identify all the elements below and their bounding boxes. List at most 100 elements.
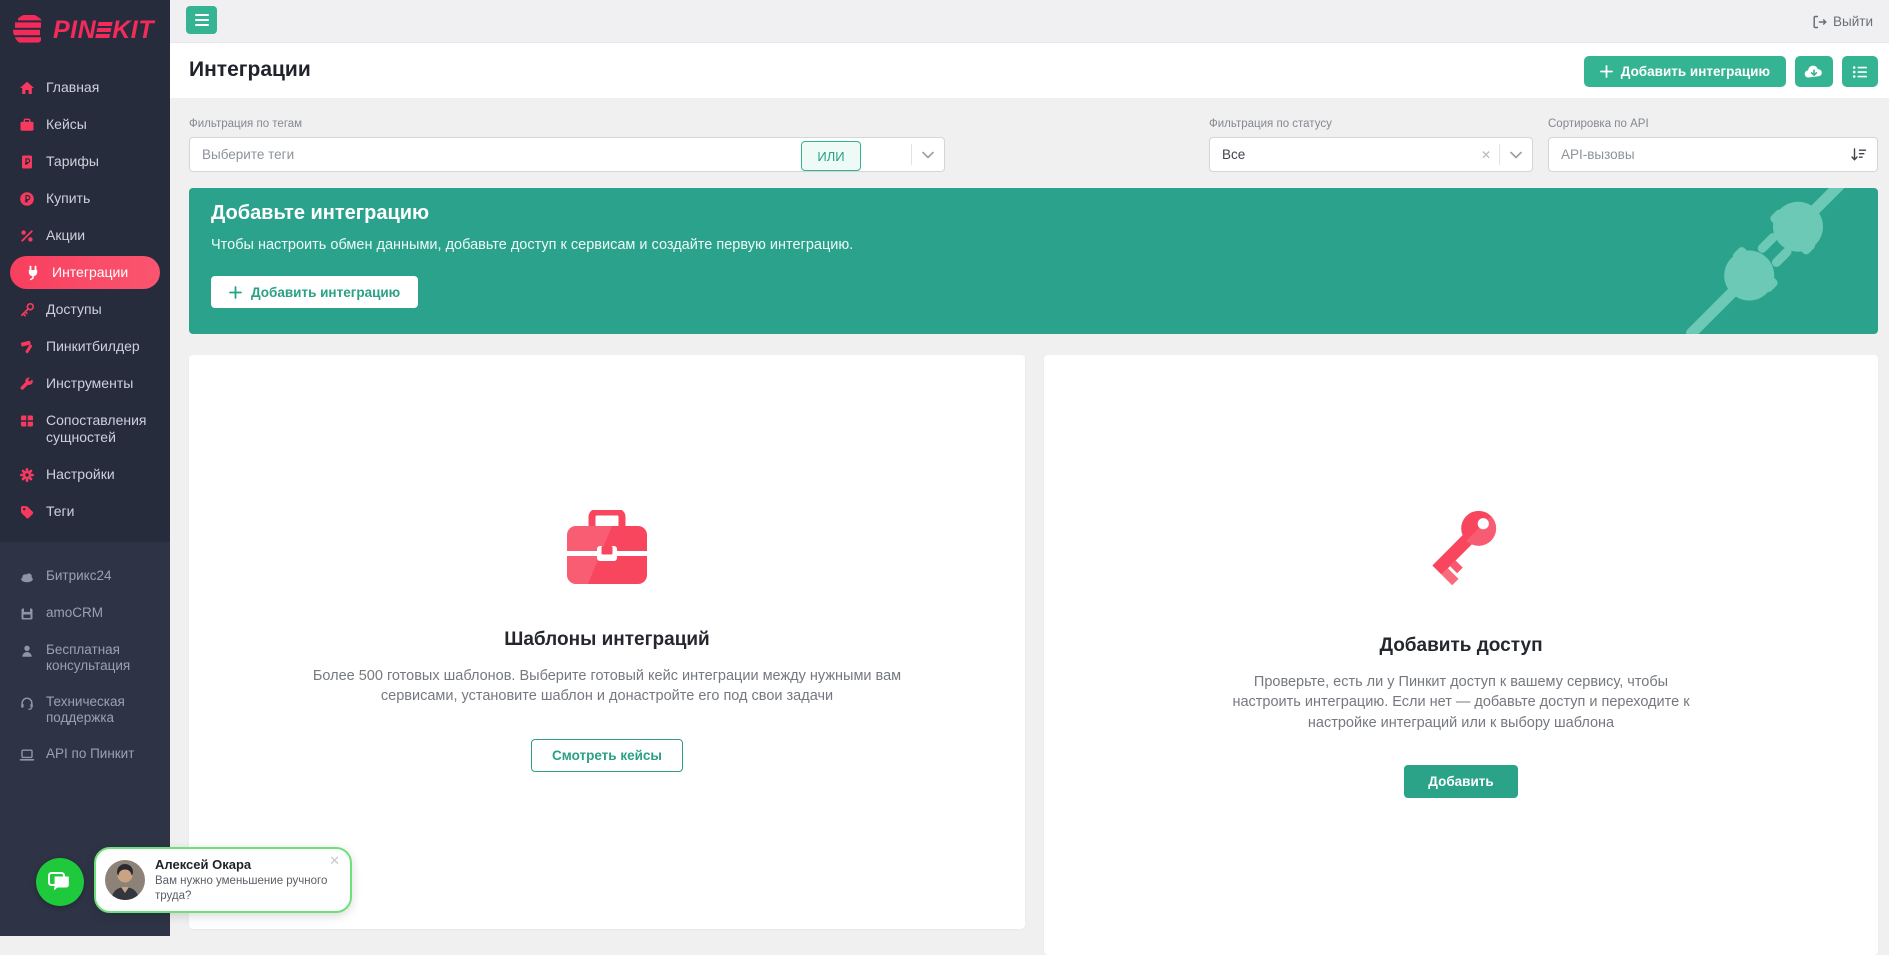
chevron-down-icon[interactable] [1500, 151, 1532, 159]
sidebar-item-label: Доступы [46, 301, 102, 317]
add-integration-banner: Добавьте интеграцию Чтобы настроить обме… [189, 188, 1878, 334]
plug-icon [24, 265, 41, 281]
sidebar-item-label: Теги [46, 502, 75, 519]
chevron-down-icon[interactable] [912, 151, 944, 159]
sidebar-item-cases[interactable]: Кейсы [0, 106, 170, 143]
sidebar-item-integrations[interactable]: Интеграции [10, 256, 160, 289]
or-toggle-button[interactable]: ИЛИ [801, 141, 861, 171]
chat-agent-avatar [105, 860, 145, 900]
chat-bubbles-icon [47, 870, 73, 894]
sidebar-item-label: Битрикс24 [46, 567, 112, 583]
sidebar-item-tools[interactable]: Инструменты [0, 365, 170, 402]
sidebar-item-tariffs[interactable]: Тарифы [0, 143, 170, 180]
sort-descending-icon[interactable] [1840, 147, 1877, 162]
card-title: Добавить доступ [1379, 635, 1543, 656]
sidebar-item-settings[interactable]: Настройки [0, 456, 170, 493]
templates-card: Шаблоны интеграций Более 500 готовых шаб… [189, 355, 1025, 929]
logo-text: PIN KIT [53, 15, 154, 44]
sidebar: PIN KIT Главная Кейсы Тарифы Купить Акци… [0, 0, 170, 936]
sidebar-item-buy[interactable]: Купить [0, 180, 170, 217]
top-strip: Выйти [170, 0, 1889, 43]
list-view-button[interactable] [1842, 56, 1878, 87]
gear-icon [18, 467, 35, 483]
chat-launcher-button[interactable] [36, 858, 84, 906]
ruble-circle-icon [18, 191, 35, 207]
sidebar-item-label: Настройки [46, 465, 115, 482]
tariff-doc-icon [18, 154, 35, 170]
page-title: Интеграции [189, 58, 311, 81]
hamburger-menu-button[interactable] [186, 6, 217, 34]
disk-icon [18, 606, 35, 622]
person-icon [18, 643, 35, 659]
status-filter-label: Фильтрация по статусу [1209, 118, 1332, 130]
list-icon [1852, 65, 1868, 79]
logout-label: Выйти [1833, 14, 1873, 29]
sidebar-item-label: Техническая поддержка [46, 693, 125, 726]
chat-popup[interactable]: Алексей Окара Вам нужно уменьшение ручно… [94, 847, 352, 913]
sidebar-item-label: Купить [46, 190, 91, 206]
sort-api-value: API-вызовы [1561, 147, 1635, 162]
sidebar-item-label: amoCRM [46, 604, 104, 620]
view-cases-button[interactable]: Смотреть кейсы [531, 738, 683, 772]
sidebar-item-accesses[interactable]: Доступы [0, 291, 170, 328]
sidebar-item-label: Кейсы [46, 116, 87, 132]
plus-icon [1599, 65, 1613, 78]
plug-illustration [1686, 188, 1860, 334]
sidebar-item-label: Главная [46, 79, 100, 95]
chat-close-icon[interactable]: ✕ [329, 853, 340, 869]
card-text: Проверьте, есть ли у Пинкит доступ к ваш… [1232, 674, 1690, 731]
card-text: Более 500 готовых шаблонов. Выберите гот… [312, 668, 902, 705]
access-card: Добавить доступ Проверьте, есть ли у Пин… [1044, 355, 1878, 955]
tags-filter-label: Фильтрация по тегам [189, 118, 303, 130]
title-bar: Интеграции Добавить интеграцию [170, 43, 1889, 98]
clear-icon[interactable]: ✕ [1473, 148, 1499, 162]
logo-divider-glyph [95, 22, 113, 38]
sort-api-label: Сортировка по API [1548, 118, 1649, 130]
sidebar-item-label: Интеграции [52, 264, 129, 280]
sidebar-main-nav: Главная Кейсы Тарифы Купить Акции Интегр… [0, 57, 170, 530]
chat-message: Вам нужно уменьшение ручного труда? [155, 874, 328, 902]
pinkit-logo[interactable]: PIN KIT [0, 0, 170, 57]
add-integration-button[interactable]: Добавить интеграцию [1583, 56, 1786, 87]
sidebar-item-label: Сопоставления сущностей [46, 412, 147, 445]
sidebar-item-label: Бесплатная консультация [46, 641, 131, 673]
chat-popup-body: Алексей Окара Вам нужно уменьшение ручно… [155, 857, 340, 904]
briefcase-large-icon [564, 510, 650, 586]
cloud-download-icon [1804, 64, 1824, 80]
sidebar-item-tech-support[interactable]: Техническая поддержка [0, 684, 170, 736]
app-window: PIN KIT Главная Кейсы Тарифы Купить Акци… [0, 0, 1889, 955]
card-title: Шаблоны интеграций [504, 629, 710, 650]
sidebar-item-label: API по Пинкит [46, 746, 135, 762]
banner-text: Чтобы настроить обмен данными, добавьте … [211, 237, 854, 253]
laptop-icon [18, 747, 35, 763]
sort-api-select[interactable]: API-вызовы [1548, 137, 1878, 172]
cloud-download-button[interactable] [1795, 56, 1833, 87]
sidebar-item-entity-mapping[interactable]: Сопоставления сущностей [0, 402, 170, 456]
banner-add-integration-button[interactable]: Добавить интеграцию [211, 276, 419, 308]
sidebar-item-promos[interactable]: Акции [0, 217, 170, 254]
percent-icon [18, 228, 35, 244]
cloud-icon [18, 569, 35, 585]
grid-icon [18, 413, 35, 429]
briefcase-icon [18, 117, 35, 133]
key-icon [18, 302, 35, 318]
status-filter-select[interactable]: Все ✕ [1209, 137, 1533, 172]
sidebar-item-api[interactable]: API по Пинкит [0, 736, 170, 773]
wrench-icon [18, 376, 35, 392]
sidebar-item-free-consult[interactable]: Бесплатная консультация [0, 632, 170, 684]
add-access-button[interactable]: Добавить [1404, 764, 1518, 798]
sidebar-item-label: Инструменты [46, 375, 134, 391]
hammer-icon [18, 339, 35, 355]
logout-button[interactable]: Выйти [1812, 0, 1873, 43]
key-large-icon [1415, 500, 1507, 592]
status-filter-value: Все [1222, 147, 1246, 162]
sidebar-item-label: Пинкитбилдер [46, 338, 140, 354]
chat-agent-name: Алексей Окара [155, 856, 252, 872]
sidebar-item-tags[interactable]: Теги [0, 493, 170, 530]
sidebar-item-amocrm[interactable]: amoCRM [0, 595, 170, 632]
sidebar-item-bitrix24[interactable]: Битрикс24 [0, 558, 170, 595]
sidebar-item-pinkitbuilder[interactable]: Пинкитбилдер [0, 328, 170, 365]
plus-icon [229, 285, 242, 299]
tag-icon [18, 504, 35, 520]
sidebar-item-main[interactable]: Главная [0, 69, 170, 106]
